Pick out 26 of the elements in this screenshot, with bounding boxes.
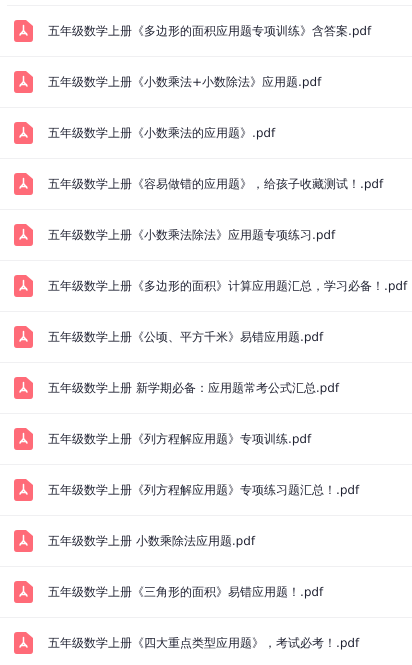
file-name[interactable]: 五年级数学上册《公顷、平方千米》易错应用题.pdf <box>48 328 324 346</box>
file-icon <box>14 479 33 501</box>
file-name[interactable]: 五年级数学上册《小数乘法除法》应用题专项练习.pdf <box>48 226 336 244</box>
file-name[interactable]: 五年级数学上册《小数乘法的应用题》.pdf <box>48 124 276 142</box>
file-name[interactable]: 五年级数学上册 小数乘除法应用题.pdf <box>48 532 256 550</box>
file-name[interactable]: 五年级数学上册《容易做错的应用题》，给孩子收藏测试！.pdf <box>48 176 384 192</box>
file-icon <box>14 224 33 246</box>
file-name[interactable]: 五年级数学上册《多边形的面积应用题专项训练》含答案.pdf <box>48 22 372 40</box>
file-icon <box>14 20 33 42</box>
file-icon <box>14 122 33 144</box>
file-name[interactable]: 五年级数学上册《小数乘法+小数除法》应用题.pdf <box>48 74 322 90</box>
file-icon <box>14 326 33 348</box>
file-name[interactable]: 五年级数学上册《多边形的面积》计算应用题汇总，学习必备！.pdf <box>48 278 408 294</box>
file-icon <box>14 377 33 399</box>
file-icon <box>14 71 33 93</box>
file-name[interactable]: 五年级数学上册 新学期必备：应用题常考公式汇总.pdf <box>48 380 340 396</box>
file-name[interactable]: 五年级数学上册《四大重点类型应用题》，考试必考！.pdf <box>48 634 360 652</box>
file-icon <box>14 581 33 603</box>
file-icon <box>14 275 33 297</box>
file-icon <box>14 173 33 195</box>
file-icon <box>14 428 33 450</box>
file-icon <box>14 632 33 654</box>
file-name[interactable]: 五年级数学上册《列方程解应用题》专项练习题汇总！.pdf <box>48 482 360 498</box>
file-name[interactable]: 五年级数学上册《三角形的面积》易错应用题！.pdf <box>48 584 324 600</box>
file-name[interactable]: 五年级数学上册《列方程解应用题》专项训练.pdf <box>48 430 312 448</box>
file-icon <box>14 530 33 552</box>
